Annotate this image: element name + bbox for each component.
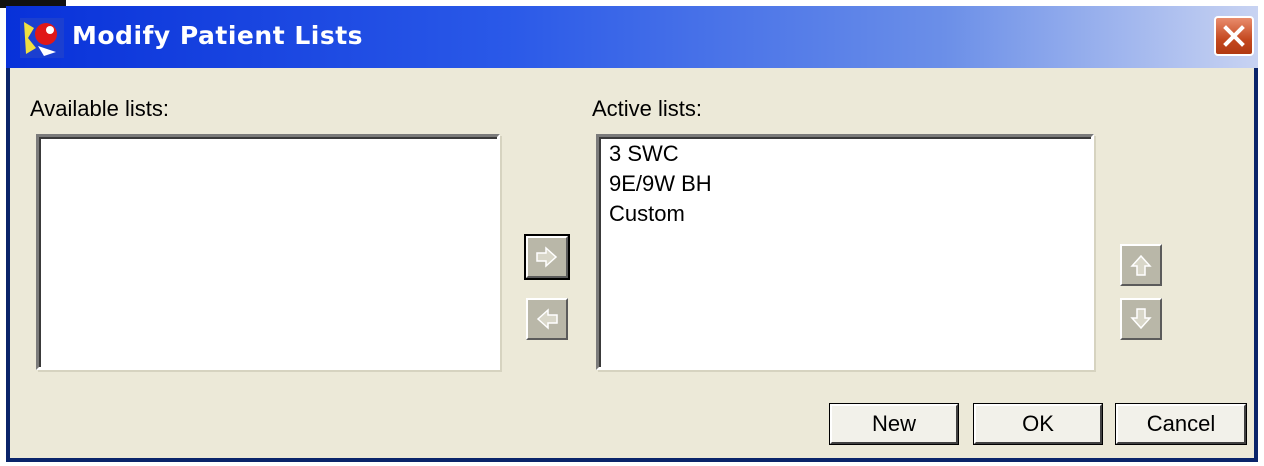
arrow-down-icon bbox=[1130, 308, 1152, 330]
available-lists-listbox[interactable] bbox=[36, 134, 500, 370]
list-item[interactable]: Custom bbox=[599, 199, 1091, 229]
cancel-button[interactable]: Cancel bbox=[1115, 403, 1247, 445]
active-lists-label: Active lists: bbox=[592, 96, 703, 121]
list-item[interactable]: 3 SWC bbox=[599, 139, 1091, 169]
move-up-button[interactable] bbox=[1120, 244, 1162, 286]
ok-button[interactable]: OK bbox=[973, 403, 1103, 445]
modify-patient-lists-dialog: Modify Patient Lists Available lists: Ac… bbox=[6, 6, 1258, 462]
arrow-right-icon bbox=[536, 246, 558, 268]
arrow-left-icon bbox=[536, 308, 558, 330]
arrow-up-icon bbox=[1130, 254, 1152, 276]
available-lists-label: Available lists: bbox=[30, 96, 169, 121]
list-item[interactable]: 9E/9W BH bbox=[599, 169, 1091, 199]
new-button[interactable]: New bbox=[829, 403, 959, 445]
close-button[interactable] bbox=[1214, 16, 1254, 56]
close-icon bbox=[1223, 25, 1245, 47]
active-lists-listbox[interactable]: 3 SWC 9E/9W BH Custom bbox=[596, 134, 1094, 370]
remove-from-active-button[interactable] bbox=[526, 298, 568, 340]
title-bar[interactable]: Modify Patient Lists bbox=[6, 6, 1258, 68]
add-to-active-button[interactable] bbox=[524, 234, 570, 280]
move-down-button[interactable] bbox=[1120, 298, 1162, 340]
window-title: Modify Patient Lists bbox=[72, 21, 364, 50]
app-icon bbox=[20, 18, 64, 58]
